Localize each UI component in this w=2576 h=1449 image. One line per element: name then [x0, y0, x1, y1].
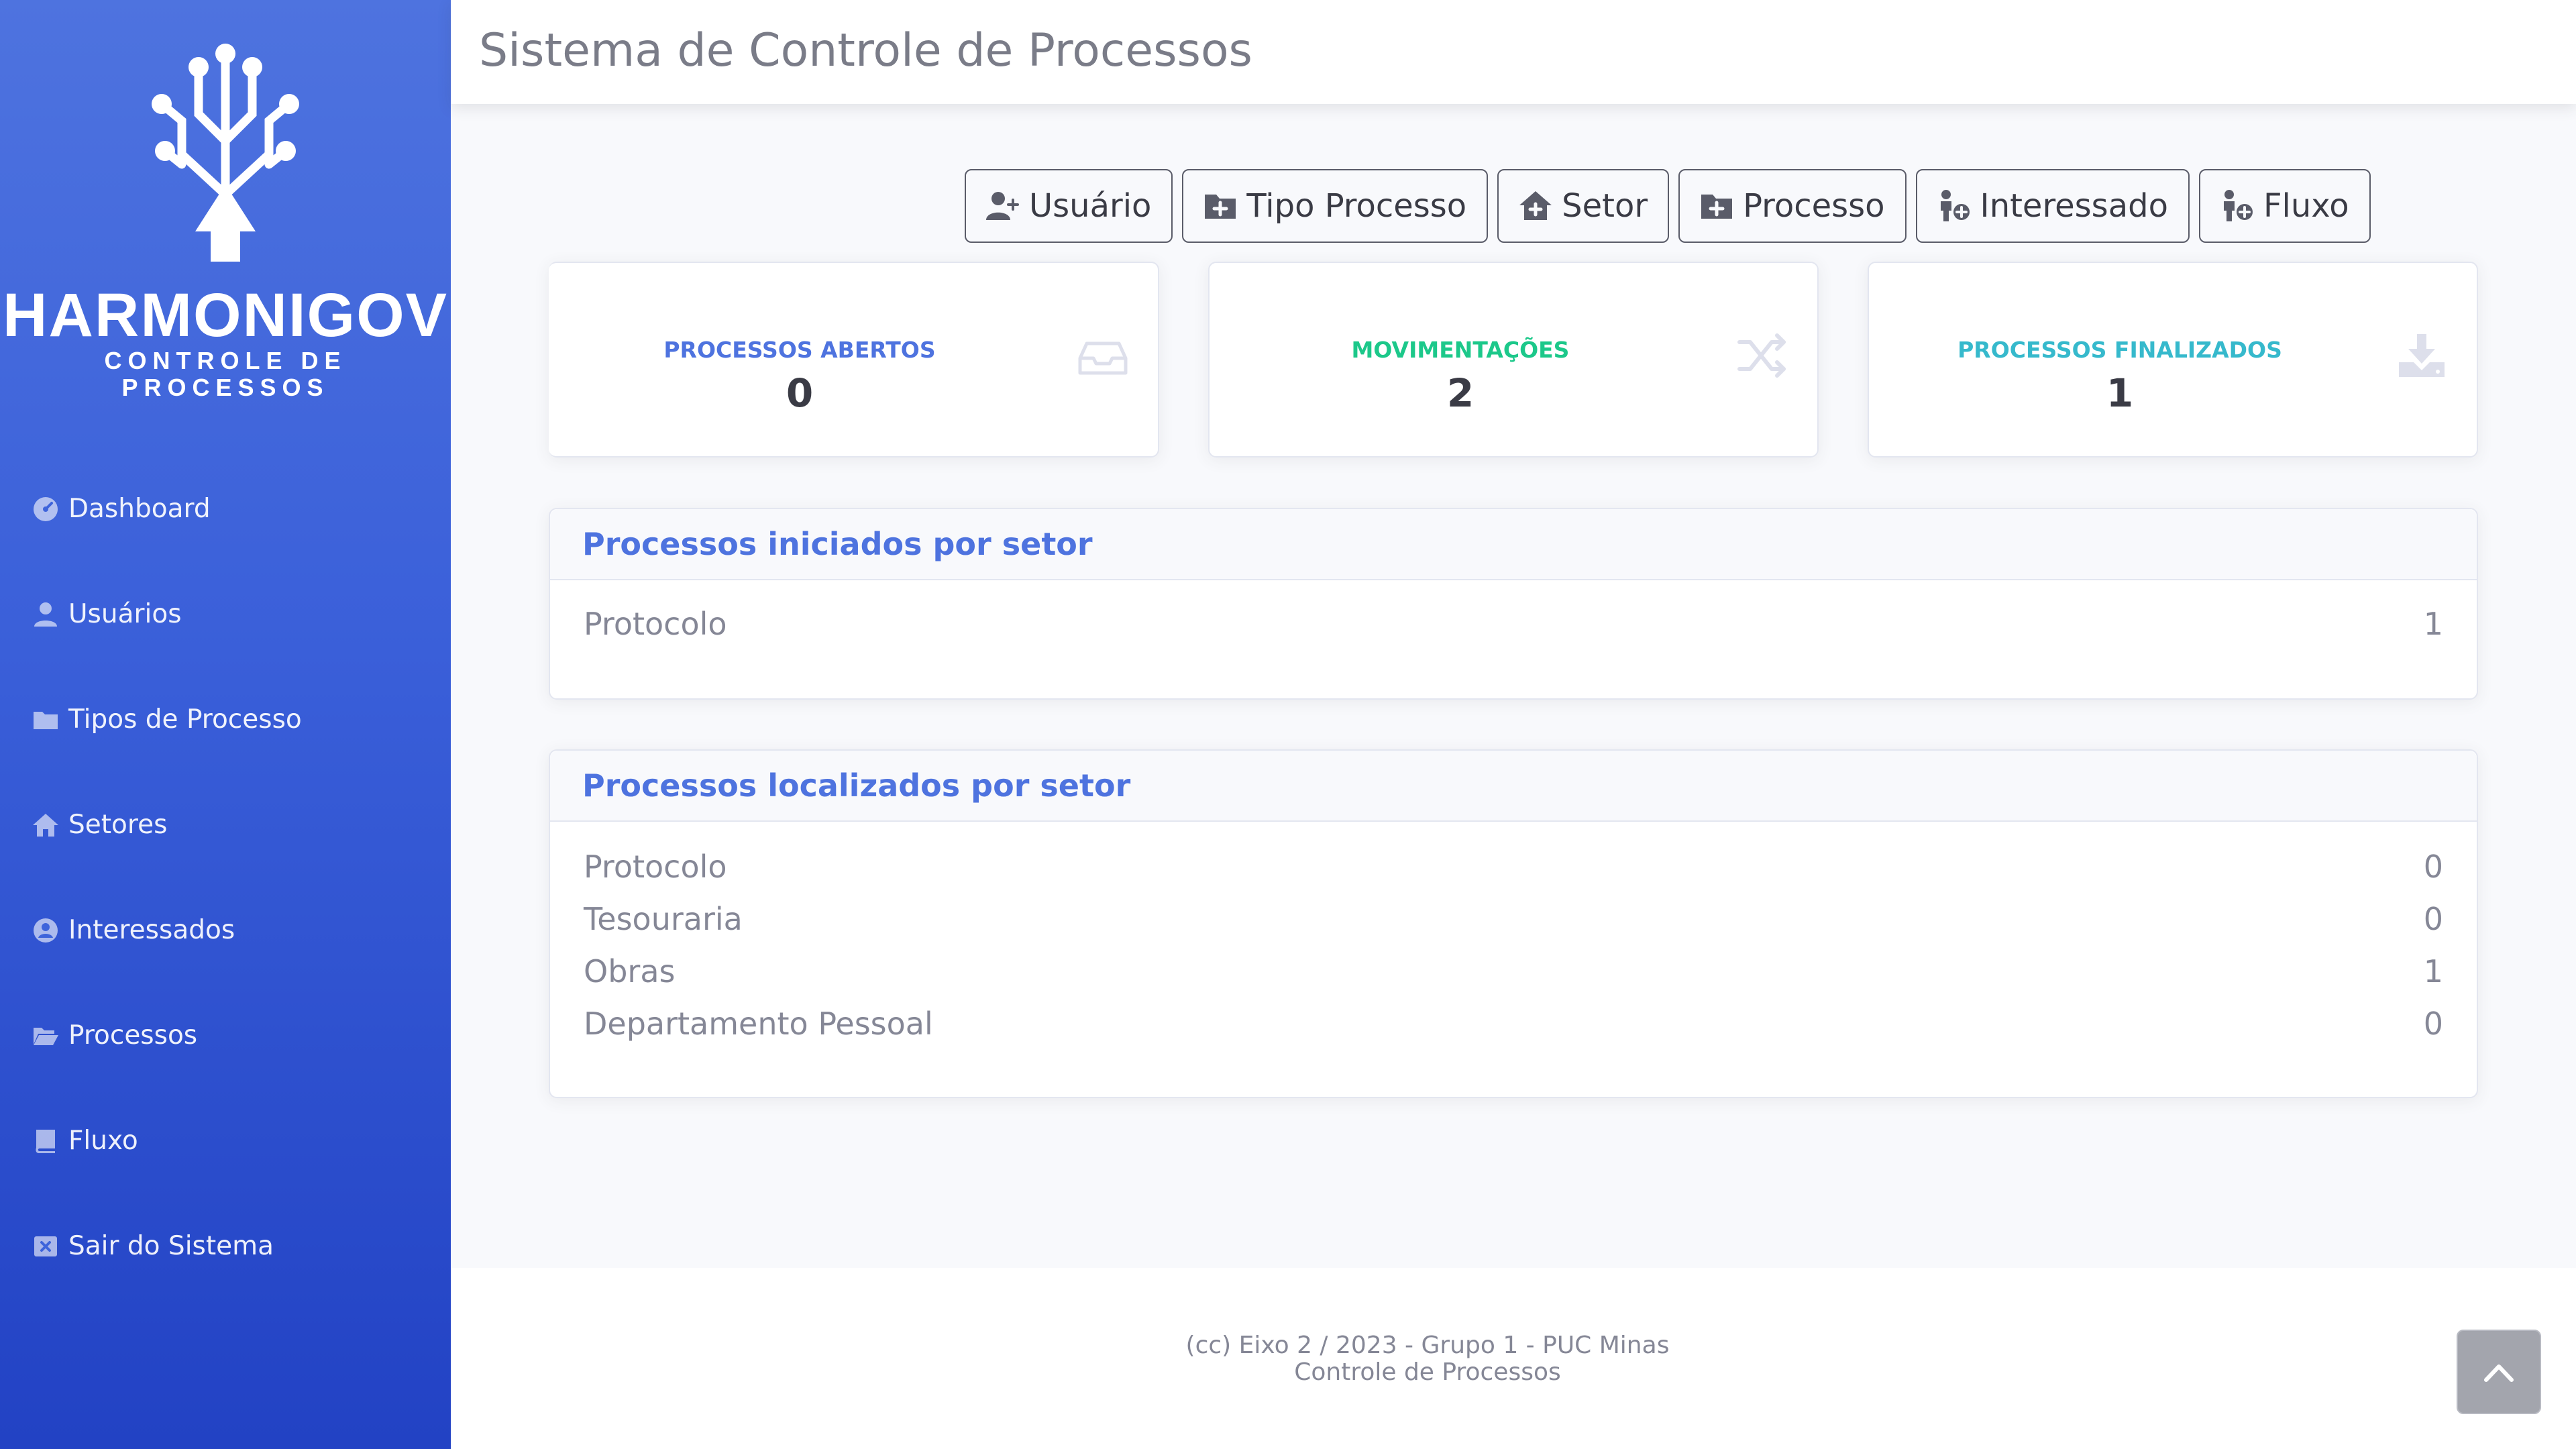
panel-processos-iniciados: Processos iniciados por setor Protocolo …	[549, 508, 2478, 700]
topbar: Sistema de Controle de Processos	[451, 0, 2576, 104]
sidebar-item-label: Fluxo	[68, 1126, 138, 1156]
logo[interactable]: HARMONIGOV CONTROLE DE PROCESSOS	[0, 40, 451, 401]
add-tipo-processo-button[interactable]: Tipo Processo	[1182, 169, 1489, 243]
sidebar-item-label: Setores	[68, 810, 168, 840]
list-item: Departamento Pessoal 0	[550, 998, 2477, 1050]
page-title: Sistema de Controle de Processos	[479, 24, 1252, 77]
add-fluxo-button[interactable]: Fluxo	[2198, 169, 2371, 243]
shuffle-icon	[1737, 333, 1786, 378]
panel-title: Processos iniciados por setor	[550, 509, 2477, 580]
footer-text: (cc) Eixo 2 / 2023 - Grupo 1 - PUC Minas…	[451, 1332, 2404, 1386]
logo-subtitle: CONTROLE DE PROCESSOS	[104, 347, 347, 401]
add-usuario-button[interactable]: Usuário	[965, 169, 1173, 243]
logo-title: HARMONIGOV	[3, 281, 448, 350]
button-label: Usuário	[1029, 187, 1152, 225]
close-square-icon	[34, 1236, 57, 1256]
setor-name: Protocolo	[584, 606, 727, 642]
setor-count: 1	[2423, 953, 2443, 989]
add-processo-button[interactable]: Processo	[1678, 169, 1907, 243]
footer: (cc) Eixo 2 / 2023 - Grupo 1 - PUC Minas…	[451, 1268, 2576, 1449]
stat-value: 1	[2106, 370, 2134, 416]
setor-name: Tesouraria	[584, 901, 743, 937]
sidebar-nav: Dashboard Usuários Tipos de Processo Set…	[0, 456, 451, 1299]
stat-card-processos-finalizados: PROCESSOS FINALIZADOS 1	[1868, 262, 2478, 458]
folder-icon	[34, 711, 58, 729]
sidebar-item-label: Usuários	[68, 599, 182, 629]
user-plus-icon	[986, 192, 1019, 220]
panel-processos-localizados: Processos localizados por setor Protocol…	[549, 749, 2478, 1098]
setor-count: 0	[2423, 849, 2443, 885]
sidebar-item-usuarios[interactable]: Usuários	[0, 561, 451, 667]
setor-name: Departamento Pessoal	[584, 1006, 933, 1042]
sidebar-item-label: Interessados	[68, 915, 235, 945]
setor-count: 0	[2423, 1006, 2443, 1042]
stat-value: 0	[786, 370, 814, 416]
home-icon	[33, 813, 58, 837]
panel-title: Processos localizados por setor	[550, 751, 2477, 822]
list-item: Protocolo 1	[550, 598, 2477, 650]
stat-card-movimentacoes: MOVIMENTAÇÕES 2	[1208, 262, 1819, 458]
stat-label: MOVIMENTAÇÕES	[1351, 337, 1570, 363]
add-setor-button[interactable]: Setor	[1497, 169, 1670, 243]
stat-value: 2	[1446, 370, 1474, 416]
list-item: Protocolo 0	[550, 841, 2477, 893]
button-label: Fluxo	[2263, 187, 2349, 225]
sidebar: HARMONIGOV CONTROLE DE PROCESSOS Dashboa…	[0, 0, 451, 1449]
quick-actions: Usuário Tipo Processo Setor Processo Int…	[965, 169, 2371, 243]
inbox-icon	[1078, 341, 1128, 375]
person-plus-icon	[1940, 190, 1970, 221]
folder-plus-icon	[1701, 195, 1733, 219]
user-icon	[34, 602, 57, 627]
sidebar-item-setores[interactable]: Setores	[0, 772, 451, 877]
sidebar-item-dashboard[interactable]: Dashboard	[0, 456, 451, 561]
sidebar-item-label: Dashboard	[68, 494, 211, 524]
scroll-to-top-button[interactable]	[2457, 1330, 2541, 1414]
setor-count: 0	[2423, 901, 2443, 937]
list-item: Tesouraria 0	[550, 893, 2477, 945]
book-icon	[36, 1129, 55, 1153]
list-item: Obras 1	[550, 945, 2477, 998]
sidebar-item-label: Sair do Sistema	[68, 1231, 274, 1261]
sidebar-item-label: Processos	[68, 1020, 198, 1051]
button-label: Processo	[1743, 187, 1885, 225]
add-interessado-button[interactable]: Interessado	[1915, 169, 2190, 243]
setor-name: Obras	[584, 953, 676, 989]
stat-label: PROCESSOS ABERTOS	[663, 337, 936, 363]
stat-label: PROCESSOS FINALIZADOS	[1957, 337, 2282, 363]
button-label: Interessado	[1980, 187, 2168, 225]
button-label: Setor	[1562, 187, 1648, 225]
sidebar-item-tipos-de-processo[interactable]: Tipos de Processo	[0, 667, 451, 772]
sidebar-item-fluxo[interactable]: Fluxo	[0, 1088, 451, 1193]
setor-name: Protocolo	[584, 849, 727, 885]
dashboard-icon	[34, 496, 58, 521]
sidebar-item-sair-do-sistema[interactable]: Sair do Sistema	[0, 1193, 451, 1299]
download-icon	[2399, 334, 2445, 377]
footer-credits: (cc) Eixo 2 / 2023 - Grupo 1 - PUC Minas	[1185, 1332, 1670, 1359]
user-circle-icon	[34, 918, 58, 943]
logo-tree-icon	[152, 44, 299, 262]
footer-app-name: Controle de Processos	[1294, 1358, 1561, 1386]
sidebar-item-label: Tipos de Processo	[68, 704, 302, 735]
button-label: Tipo Processo	[1246, 187, 1467, 225]
chevron-up-icon	[2484, 1364, 2514, 1382]
sidebar-item-interessados[interactable]: Interessados	[0, 877, 451, 983]
setor-count: 1	[2423, 606, 2443, 642]
folder-plus-icon	[1205, 195, 1236, 219]
house-plus-icon	[1519, 191, 1552, 220]
folder-open-icon	[34, 1027, 58, 1045]
person-plus-icon	[2223, 190, 2253, 221]
stat-card-processos-abertos: PROCESSOS ABERTOS 0	[549, 262, 1159, 458]
sidebar-item-processos[interactable]: Processos	[0, 983, 451, 1088]
